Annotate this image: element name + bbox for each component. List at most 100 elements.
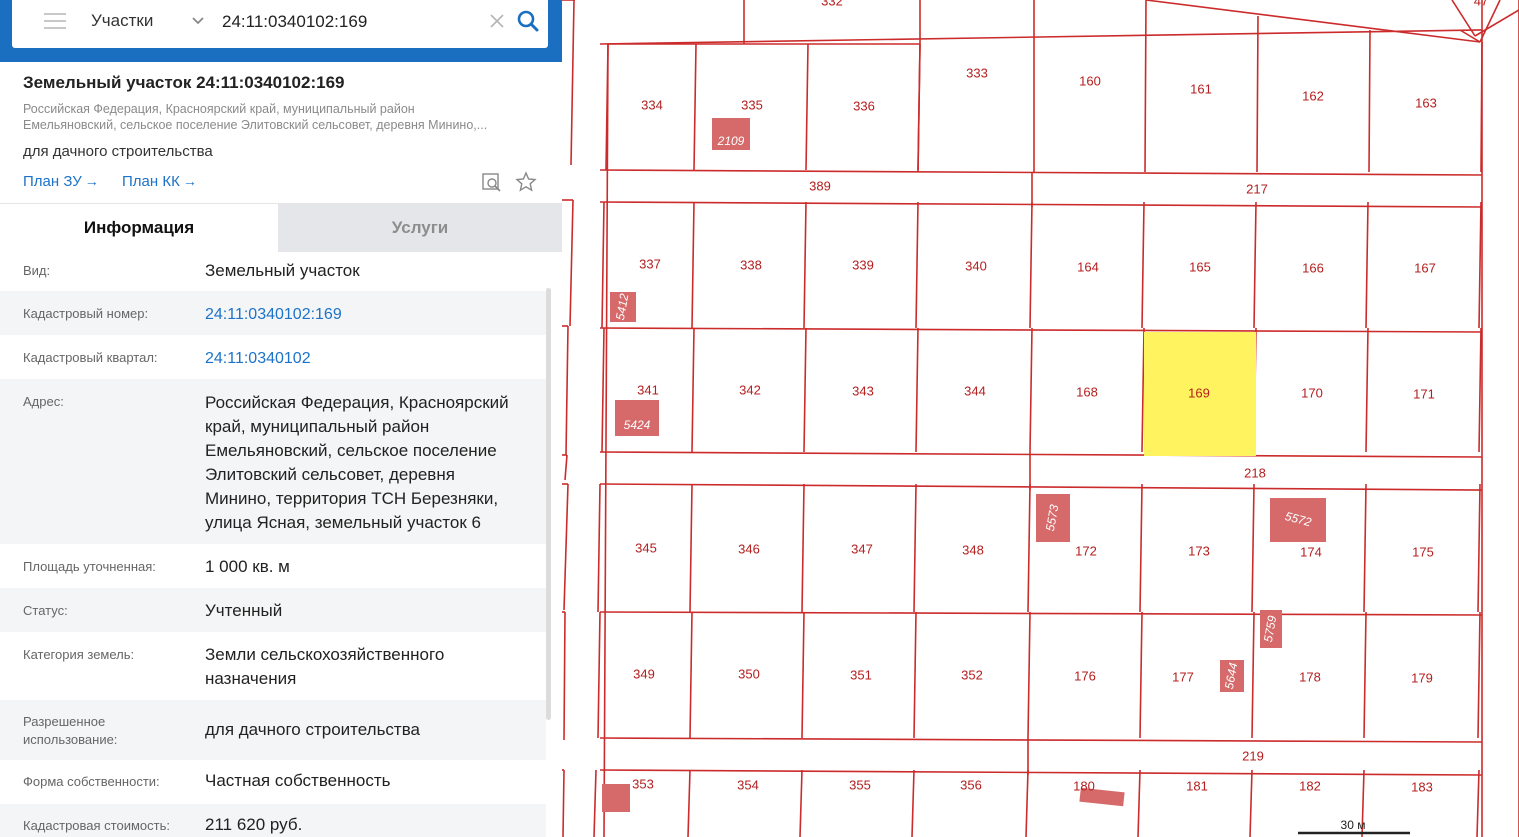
search-bar: Участки <box>12 0 548 48</box>
parcel-number: 332 <box>821 0 843 8</box>
info-label: Площадь уточненная: <box>23 559 156 574</box>
info-value: Земельный участок <box>205 261 360 280</box>
parcel-number: 178 <box>1299 669 1321 684</box>
parcel-title: Земельный участок 24:11:0340102:169 <box>23 73 345 92</box>
parcel-number: 167 <box>1414 260 1436 275</box>
info-row-cadastral-quarter: Кадастровый квартал: 24:11:0340102 <box>0 335 546 379</box>
parcel-number: 219 <box>1242 748 1264 763</box>
parcel-boundary <box>1368 29 1371 173</box>
parcel-number: 338 <box>740 257 762 272</box>
panel-tabs: Информация Услуги <box>0 203 562 252</box>
parcel-number: 218 <box>1244 465 1266 480</box>
parcel-number: 335 <box>741 97 763 112</box>
parcel-number: 345 <box>635 540 657 555</box>
cadastral-quarter-link[interactable]: 24:11:0340102 <box>205 347 540 371</box>
parcel-number: 341 <box>637 382 659 397</box>
parcel-number: 217 <box>1246 181 1268 196</box>
parcel-boundary <box>1256 15 1259 173</box>
search-input[interactable] <box>222 10 482 34</box>
info-row-permitted-use: Разрешенное использование: для дачного с… <box>0 700 546 760</box>
info-value: 1 000 кв. м <box>205 557 290 576</box>
info-value: Учтенный <box>205 601 283 620</box>
info-label: Кадастровая стоимость: <box>23 818 170 833</box>
parcel-number: 171 <box>1413 386 1435 401</box>
info-label: Кадастровый квартал: <box>23 350 158 365</box>
info-value: Частная собственность <box>205 771 391 790</box>
parcel-number: 348 <box>962 542 984 557</box>
parcel-number: 165 <box>1189 259 1211 274</box>
parcel-number: 355 <box>849 777 871 792</box>
parcel-number: 180 <box>1073 778 1095 793</box>
info-value: Российская Федерация, Красноярский край,… <box>205 393 509 532</box>
info-value: Земли сельскохозяйственного назначения <box>205 645 445 688</box>
parcel-number: 169 <box>1188 385 1210 400</box>
parcel-number: 337 <box>639 256 661 271</box>
parcel-number: 47 <box>1474 0 1488 8</box>
parcel-number: 350 <box>738 666 760 681</box>
info-label: Статус: <box>23 603 68 618</box>
parcel-number: 182 <box>1299 778 1321 793</box>
parcel-number: 166 <box>1302 260 1324 275</box>
plan-kk-link[interactable]: План КК → <box>122 173 197 190</box>
parcel-number: 179 <box>1411 670 1433 685</box>
scale-label: 30 м <box>1341 818 1366 832</box>
parcel-number: 181 <box>1186 778 1208 793</box>
chevron-down-icon[interactable] <box>190 14 206 28</box>
parcel-number: 354 <box>737 777 759 792</box>
parcel-number: 161 <box>1190 81 1212 96</box>
parcel-boundary <box>1144 0 1147 173</box>
parcel-number: 351 <box>850 667 872 682</box>
info-label: Вид: <box>23 263 51 278</box>
building-footprint <box>602 784 630 812</box>
scrollbar[interactable] <box>546 288 551 720</box>
menu-icon[interactable] <box>44 13 66 29</box>
search-header: Участки <box>0 0 562 62</box>
info-row-type: Вид: Земельный участок <box>0 251 546 291</box>
parcel-purpose: для дачного строительства <box>23 143 213 160</box>
parcel-number: 352 <box>961 667 983 682</box>
parcel-number: 347 <box>851 541 873 556</box>
parcel-address-line-2: Емельяновский, сельское поселение Элитов… <box>23 118 488 132</box>
tab-services[interactable]: Услуги <box>278 204 562 252</box>
zoom-to-parcel-icon[interactable] <box>481 171 503 193</box>
parcel-address-line-1: Российская Федерация, Красноярский край,… <box>23 102 415 116</box>
favorite-star-icon[interactable] <box>515 171 537 193</box>
parcel-number: 183 <box>1411 779 1433 794</box>
parcel-number: 343 <box>852 383 874 398</box>
parcel-number: 164 <box>1077 259 1099 274</box>
parcel-number: 173 <box>1188 543 1210 558</box>
plan-zu-link[interactable]: План ЗУ → <box>23 173 99 190</box>
parcel-number: 339 <box>852 257 874 272</box>
info-label: Категория земель: <box>23 647 135 662</box>
search-icon[interactable] <box>516 9 540 33</box>
info-value: 211 620 руб. <box>205 815 303 834</box>
parcel-number: 163 <box>1415 95 1437 110</box>
parcel-number: 170 <box>1301 385 1323 400</box>
parcel-number: 336 <box>853 98 875 113</box>
parcel-number: 340 <box>965 258 987 273</box>
info-panel: Участки Земельный участок 24:11:0340102:… <box>0 0 562 837</box>
info-row-address: Адрес: Российская Федерация, Красноярски… <box>0 379 546 544</box>
parcel-number: 333 <box>966 65 988 80</box>
info-label: Адрес: <box>23 394 64 409</box>
parcel-number: 172 <box>1075 543 1097 558</box>
info-value: для дачного строительства <box>205 720 421 739</box>
parcel-boundary <box>563 611 566 741</box>
clear-icon[interactable] <box>488 12 506 30</box>
parcel-number: 342 <box>739 382 761 397</box>
parcel-number: 389 <box>809 178 831 193</box>
info-row-cadastral-number: Кадастровый номер: 24:11:0340102:169 <box>0 291 546 335</box>
parcel-number: 344 <box>964 383 986 398</box>
info-row-land-category: Категория земель: Земли сельскохозяйстве… <box>0 632 546 700</box>
parcel-number: 346 <box>738 541 760 556</box>
layer-select[interactable]: Участки <box>91 11 153 31</box>
parcel-number: 175 <box>1412 544 1434 559</box>
cadastral-number-link[interactable]: 24:11:0340102:169 <box>205 303 540 327</box>
building-number: 5424 <box>624 418 651 432</box>
parcel-boundary <box>562 769 565 837</box>
tab-information[interactable]: Информация <box>0 204 278 252</box>
info-label: Разрешенное использование: <box>23 714 118 747</box>
parcel-number: 176 <box>1074 668 1096 683</box>
parcel-number: 349 <box>633 666 655 681</box>
parcel-number: 334 <box>641 97 663 112</box>
